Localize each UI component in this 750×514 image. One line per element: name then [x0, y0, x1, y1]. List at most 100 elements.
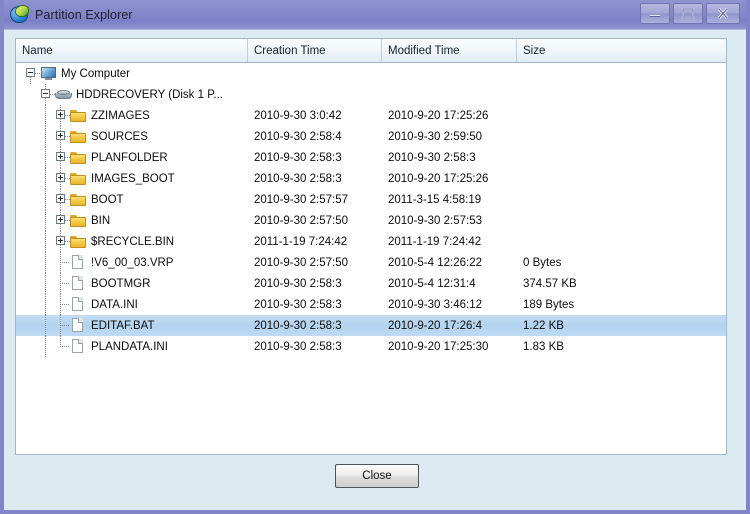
file-tree-rows: My Computer HDDRECOVERY (Disk 1 P... ZZIMA… — [16, 63, 726, 357]
cell-name: PLANFOLDER — [16, 147, 248, 168]
row-name-label: HDDRECOVERY (Disk 1 P... — [76, 88, 223, 101]
row-name-label: EDITAF.BAT — [91, 319, 155, 332]
column-header-name[interactable]: Name — [16, 39, 248, 62]
row-name-label: ZZIMAGES — [91, 109, 150, 122]
tree-joint — [54, 252, 69, 273]
table-row[interactable]: $RECYCLE.BIN 2011-1-19 7:24:42 2011-1-19 7… — [16, 231, 726, 252]
table-row[interactable]: DATA.INI 2010-9-30 2:58:3 2010-9-30 3:46:1… — [16, 294, 726, 315]
table-row[interactable]: My Computer — [16, 63, 726, 84]
tree-indent — [16, 105, 54, 126]
drive-icon — [54, 84, 74, 105]
cell-creation-time: 2010-9-30 3:0:42 — [254, 109, 342, 122]
cell-name: My Computer — [16, 63, 248, 84]
cell-name: SOURCES — [16, 126, 248, 147]
cell-size: 189 Bytes — [523, 298, 575, 311]
column-header-creation-time[interactable]: Creation Time — [248, 39, 382, 62]
folder-icon — [69, 210, 89, 231]
expand-icon[interactable] — [54, 105, 70, 126]
folder-icon — [69, 147, 89, 168]
explorer-body: Name Creation Time Modified Time Size My Co… — [4, 30, 746, 455]
cell-name: ZZIMAGES — [16, 105, 248, 126]
tree-indent — [16, 189, 54, 210]
cell-modified-time: 2010-5-4 12:26:22 — [388, 256, 482, 269]
cell-size: 0 Bytes — [523, 256, 562, 269]
table-row[interactable]: PLANFOLDER 2010-9-30 2:58:3 2010-9-30 2:58… — [16, 147, 726, 168]
collapse-icon[interactable] — [39, 84, 55, 105]
window-controls — [640, 3, 740, 24]
expand-icon[interactable] — [54, 126, 70, 147]
expand-icon[interactable] — [54, 210, 70, 231]
tree-indent — [16, 273, 54, 294]
row-name-label: DATA.INI — [91, 298, 138, 311]
cell-name: BOOTMGR — [16, 273, 248, 294]
dialog-footer: Close — [4, 448, 746, 510]
tree-joint — [54, 336, 69, 357]
tree-indent — [16, 252, 54, 273]
folder-icon — [69, 168, 89, 189]
cell-creation-time: 2010-9-30 2:58:4 — [254, 130, 342, 143]
table-row[interactable]: SOURCES 2010-9-30 2:58:4 2010-9-30 2:59:50 — [16, 126, 726, 147]
cell-creation-time: 2010-9-30 2:57:50 — [254, 256, 348, 269]
row-name-label: $RECYCLE.BIN — [91, 235, 175, 248]
cell-creation-time: 2010-9-30 2:58:3 — [254, 298, 342, 311]
cell-modified-time: 2010-9-30 2:59:50 — [388, 130, 482, 143]
cell-name: HDDRECOVERY (Disk 1 P... — [16, 84, 248, 105]
cell-size: 1.83 KB — [523, 340, 564, 353]
cell-modified-time: 2010-9-20 17:25:26 — [388, 109, 489, 122]
table-row[interactable]: HDDRECOVERY (Disk 1 P... — [16, 84, 726, 105]
restore-icon[interactable] — [673, 3, 703, 24]
expand-icon[interactable] — [54, 168, 70, 189]
row-name-label: BIN — [91, 214, 111, 227]
table-row[interactable]: BOOT 2010-9-30 2:57:57 2011-3-15 4:58:19 — [16, 189, 726, 210]
cell-name: BIN — [16, 210, 248, 231]
cell-modified-time: 2010-9-20 17:26:4 — [388, 319, 482, 332]
row-name-label: SOURCES — [91, 130, 148, 143]
table-row[interactable]: BOOTMGR 2010-9-30 2:58:3 2010-5-4 12:31:4 3… — [16, 273, 726, 294]
tree-indent — [16, 147, 54, 168]
folder-icon — [69, 126, 89, 147]
table-row[interactable]: !V6_00_03.VRP 2010-9-30 2:57:50 2010-5-4 1… — [16, 252, 726, 273]
file-tree-panel[interactable]: Name Creation Time Modified Time Size My Co… — [15, 38, 727, 455]
row-name-label: BOOTMGR — [91, 277, 151, 290]
collapse-icon[interactable] — [24, 63, 40, 84]
tree-indent — [16, 210, 54, 231]
cell-modified-time: 2010-9-30 2:57:53 — [388, 214, 482, 227]
tree-joint — [54, 273, 69, 294]
cell-modified-time: 2010-9-20 17:25:30 — [388, 340, 489, 353]
window-title: Partition Explorer — [35, 8, 133, 22]
partition-disc-icon — [11, 6, 29, 24]
expand-icon[interactable] — [54, 231, 70, 252]
close-icon[interactable] — [706, 3, 740, 24]
table-row[interactable]: ZZIMAGES 2010-9-30 3:0:42 2010-9-20 17:25:… — [16, 105, 726, 126]
cell-name: PLANDATA.INI — [16, 336, 248, 357]
cell-creation-time: 2010-9-30 2:58:3 — [254, 151, 342, 164]
tree-joint — [54, 294, 69, 315]
cell-modified-time: 2011-1-19 7:24:42 — [388, 235, 482, 248]
window-titlebar[interactable]: Partition Explorer — [4, 0, 746, 30]
cell-modified-time: 2010-5-4 12:31:4 — [388, 277, 476, 290]
column-header-size[interactable]: Size — [517, 39, 726, 62]
file-icon — [69, 294, 89, 315]
column-header-row: Name Creation Time Modified Time Size — [16, 39, 726, 63]
cell-creation-time: 2010-9-30 2:58:3 — [254, 319, 342, 332]
close-button[interactable]: Close — [335, 464, 419, 488]
cell-modified-time: 2010-9-20 17:25:26 — [388, 172, 489, 185]
cell-modified-time: 2010-9-30 3:46:12 — [388, 298, 482, 311]
minimize-icon[interactable] — [640, 3, 670, 24]
row-name-label: My Computer — [61, 67, 131, 80]
row-name-label: PLANFOLDER — [91, 151, 168, 164]
expand-icon[interactable] — [54, 189, 70, 210]
row-name-label: PLANDATA.INI — [91, 340, 168, 353]
table-row[interactable]: PLANDATA.INI 2010-9-30 2:58:3 2010-9-20 17… — [16, 336, 726, 357]
column-header-modified-time[interactable]: Modified Time — [382, 39, 517, 62]
table-row[interactable]: EDITAF.BAT 2010-9-30 2:58:3 2010-9-20 17:2… — [16, 315, 726, 336]
table-row[interactable]: BIN 2010-9-30 2:57:50 2010-9-30 2:57:53 — [16, 210, 726, 231]
row-name-label: BOOT — [91, 193, 124, 206]
expand-icon[interactable] — [54, 147, 70, 168]
cell-creation-time: 2010-9-30 2:58:3 — [254, 340, 342, 353]
table-row[interactable]: IMAGES_BOOT 2010-9-30 2:58:3 2010-9-20 17:… — [16, 168, 726, 189]
cell-size: 1.22 KB — [523, 319, 564, 332]
tree-indent — [16, 231, 54, 252]
tree-indent — [16, 336, 54, 357]
